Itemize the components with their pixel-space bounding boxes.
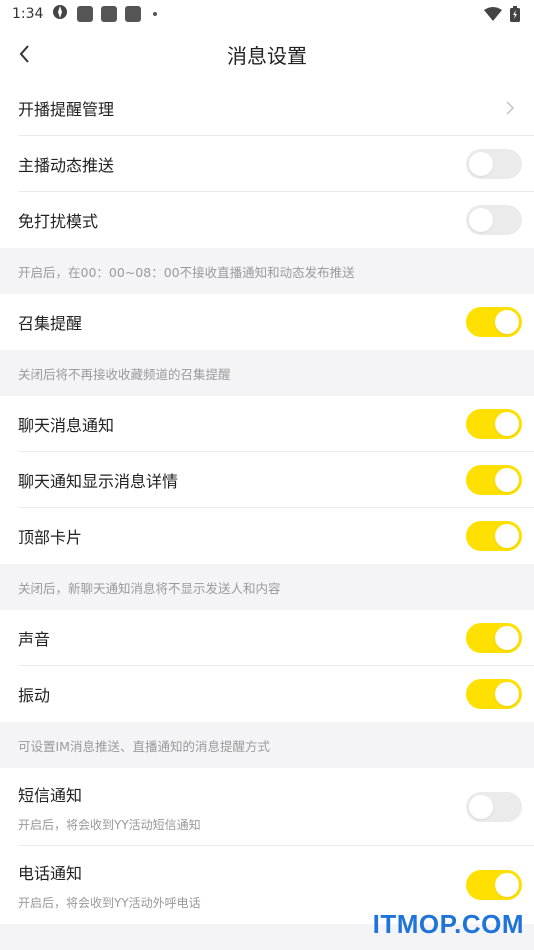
chat-note: 关闭后，新聊天通知消息将不显示发送人和内容 [0, 564, 534, 610]
phone-toggle[interactable] [466, 870, 522, 900]
notification-square-icon [101, 6, 118, 22]
chat-detail-row: 聊天通知显示消息详情 [0, 452, 534, 508]
sms-row: 短信通知 开启后，将会收到YY活动短信通知 [0, 768, 534, 846]
gather-label: 召集提醒 [18, 314, 83, 333]
chat-detail-label: 聊天通知显示消息详情 [18, 472, 179, 491]
do-not-disturb-toggle[interactable] [466, 205, 522, 235]
back-arrow-icon [19, 45, 29, 63]
anchor-feed-label: 主播动态推送 [18, 156, 115, 175]
status-time: 1:34 [12, 6, 44, 22]
phone-description: 开启后，将会收到YY活动外呼电话 [18, 895, 201, 910]
top-card-label: 顶部卡片 [18, 528, 83, 547]
live-reminder-label: 开播提醒管理 [18, 100, 115, 119]
chat-detail-toggle[interactable] [466, 465, 522, 495]
more-notifications-dot-icon [153, 12, 158, 16]
vibrate-label: 振动 [18, 686, 51, 705]
sms-toggle[interactable] [466, 792, 522, 822]
notification-square-icon [77, 6, 94, 22]
top-card-row: 顶部卡片 [0, 508, 534, 564]
top-card-toggle[interactable] [466, 521, 522, 551]
vibrate-toggle[interactable] [466, 679, 522, 709]
anchor-feed-toggle[interactable] [466, 149, 522, 179]
app-notification-icon [51, 3, 69, 25]
navigation-bar: 消息设置 [0, 28, 534, 80]
chat-notify-row: 聊天消息通知 [0, 396, 534, 452]
battery-icon [510, 6, 520, 26]
sound-toggle[interactable] [466, 623, 522, 653]
live-reminder-row[interactable]: 开播提醒管理 [0, 80, 534, 136]
vibrate-row: 振动 [0, 666, 534, 722]
notification-square-icon [125, 6, 142, 22]
phone-label: 电话通知 [18, 863, 83, 883]
gather-toggle[interactable] [466, 307, 522, 337]
sms-description: 开启后，将会收到YY活动短信通知 [18, 817, 201, 832]
gather-note: 关闭后将不再接收收藏频道的召集提醒 [0, 350, 534, 396]
im-note: 可设置IM消息推送、直播通知的消息提醒方式 [0, 722, 534, 768]
do-not-disturb-row: 免打扰模式 [0, 192, 534, 248]
sound-row: 声音 [0, 610, 534, 666]
chat-notify-toggle[interactable] [466, 409, 522, 439]
sms-label: 短信通知 [18, 785, 83, 805]
anchor-feed-row: 主播动态推送 [0, 136, 534, 192]
do-not-disturb-label: 免打扰模式 [18, 212, 99, 231]
chat-notify-label: 聊天消息通知 [18, 416, 115, 435]
page-title: 消息设置 [227, 43, 307, 68]
status-bar: 1:34 [0, 0, 534, 28]
site-watermark: ITMOP.COM [372, 909, 524, 939]
sound-label: 声音 [18, 630, 51, 649]
chevron-right-icon [506, 101, 515, 115]
back-button[interactable] [12, 40, 40, 68]
wifi-icon [484, 7, 502, 25]
dnd-note: 开启后，在00：00~08：00不接收直播通知和动态发布推送 [0, 248, 534, 294]
gather-row: 召集提醒 [0, 294, 534, 350]
